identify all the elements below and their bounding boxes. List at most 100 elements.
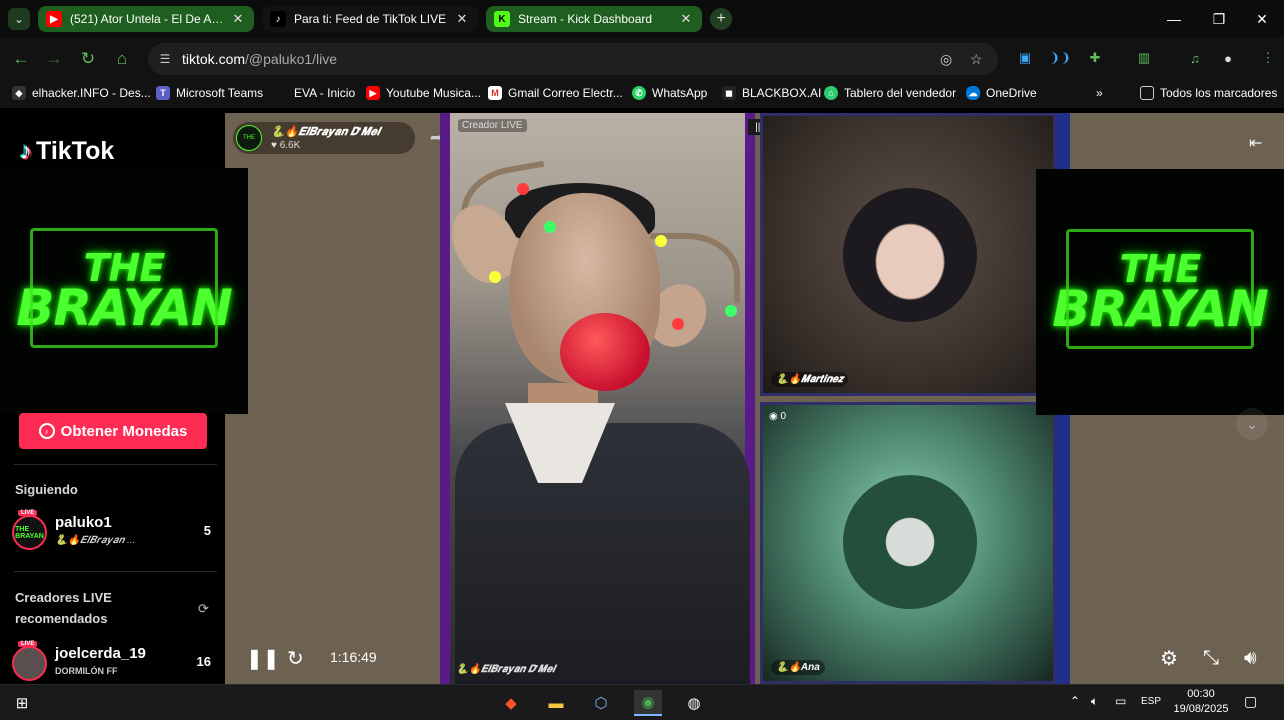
minimize-button[interactable]: — (1152, 6, 1196, 32)
collapse-panel-icon[interactable]: ⇤ (1249, 133, 1262, 153)
guest-panel-2[interactable]: ◉ 0 🐍🔥Ana (760, 402, 1056, 684)
minimize-icon: — (1167, 11, 1181, 27)
tiktok-logo[interactable]: ♪ TikTok (20, 137, 114, 166)
tab-search-button[interactable]: ⌄ (8, 8, 30, 30)
tab-youtube[interactable]: ▶ (521) Ator Untela - El De Antes ✕ (38, 6, 254, 32)
close-tab-icon[interactable]: ✕ (230, 11, 246, 27)
reading-mode-icon[interactable]: ▥ (1134, 48, 1154, 68)
get-coins-button[interactable]: ♪ Obtener Monedas (19, 413, 207, 449)
bookmark-label: OneDrive (986, 86, 1037, 100)
extension-icon[interactable]: ▣ (1015, 48, 1035, 68)
bookmark-eva[interactable]: EVA - Inicio (294, 86, 355, 100)
bookmark-seller[interactable]: ⌂ Tablero del vendedor (824, 86, 956, 100)
bookmark-blackbox[interactable]: ◼ BLACKBOX.AI (722, 86, 821, 100)
plus-icon: + (716, 10, 726, 27)
kick-icon: K (494, 11, 510, 27)
divider (14, 571, 217, 572)
seller-icon: ⌂ (824, 86, 838, 100)
refresh-icon[interactable]: ⟳ (198, 601, 209, 617)
chevron-up-icon[interactable]: ⌃ (1070, 694, 1080, 708)
back-button[interactable]: ← (10, 48, 32, 70)
cast-icon[interactable]: ❩❩ (1049, 48, 1071, 68)
banner-frame (1066, 229, 1254, 349)
video-subject-jacket (455, 423, 750, 684)
bookmark-label: BLACKBOX.AI (742, 86, 822, 100)
guest-panel-1[interactable]: 🐍🔥𝑴𝒂𝒓𝒕𝒊𝒏𝒆𝒛 (760, 113, 1056, 396)
main-video-label: 🐍🔥𝑬𝒍𝑩𝒓𝒂𝒚𝒂𝒏 𝑫'𝑴𝒆𝒍 (456, 664, 555, 675)
cube-icon[interactable]: ⬡ (587, 690, 615, 716)
chevron-down-icon: ⌄ (1246, 415, 1258, 432)
following-title: Siguiendo (15, 482, 78, 497)
obs-icon[interactable]: ◍ (680, 690, 708, 716)
following-account[interactable]: THE BRAYAN LIVE paluko1 🐍🔥𝑬𝒍𝑩𝒓𝒂𝒚𝒂𝒏 ... 5 (12, 510, 217, 553)
bookmarks-overflow-button[interactable]: » (1096, 86, 1103, 100)
star-icon[interactable]: ☆ (970, 51, 983, 68)
menu-icon[interactable]: ⋮ (1258, 48, 1278, 68)
close-window-button[interactable]: ✕ (1240, 6, 1284, 32)
youtube-icon: ▶ (46, 11, 62, 27)
restore-button[interactable]: ❐ (1197, 6, 1241, 32)
bookmark-icon: ◆ (12, 86, 26, 100)
recommended-title: Creadores LIVE recomendados (15, 587, 112, 629)
close-tab-icon[interactable]: ✕ (454, 11, 470, 27)
reload-icon: ↻ (287, 647, 304, 670)
brave-icon[interactable]: ◆ (497, 690, 525, 716)
address-bar[interactable]: ☰ tiktok.com/@paluko1/live ◎ ☆ (148, 43, 998, 75)
new-tab-button[interactable]: + (710, 8, 732, 30)
puzzle-icon[interactable]: ✚ (1085, 48, 1105, 68)
profile-avatar[interactable]: ● (1218, 48, 1238, 68)
bookmark-elhacker[interactable]: ◆ elhacker.INFO - Des... (12, 86, 151, 100)
battery-icon[interactable]: ▭ (1115, 694, 1126, 708)
home-icon: ⌂ (116, 49, 128, 68)
close-tab-icon[interactable]: ✕ (678, 11, 694, 27)
recommended-title-line2: recomendados (15, 611, 108, 626)
folder-icon[interactable]: ▬ (542, 690, 570, 716)
url-host: tiktok.com (182, 51, 246, 67)
chrome-icon[interactable]: ◉ (634, 690, 662, 716)
tracking-protection-icon[interactable]: ◎ (940, 51, 952, 68)
bookmark-label: Microsoft Teams (176, 86, 264, 100)
tab-tiktok[interactable]: ♪ Para ti: Feed de TikTok LIVE ✕ (262, 6, 478, 32)
reload-button[interactable]: ↻ (77, 48, 99, 70)
bookmark-teams[interactable]: T Microsoft Teams (156, 86, 263, 100)
light-bulb (544, 221, 556, 233)
bookmark-onedrive[interactable]: ☁ OneDrive (966, 86, 1037, 100)
pause-button[interactable]: ❚❚ (246, 646, 280, 670)
reload-stream-button[interactable]: ↻ (287, 646, 304, 670)
bookmark-label: Todos los marcadores (1160, 86, 1278, 100)
live-badge: LIVE (18, 641, 38, 647)
viewer-count: 5 (203, 523, 211, 538)
bookmark-gmail[interactable]: M Gmail Correo Electr... (488, 86, 623, 100)
recommended-title-line1: Creadores LIVE (15, 590, 112, 605)
bookmark-whatsapp[interactable]: ✆ WhatsApp (632, 86, 707, 100)
tab-title: Stream - Kick Dashboard (518, 12, 653, 26)
restore-icon: ❐ (1212, 10, 1226, 27)
media-icon[interactable]: ♫ (1185, 48, 1205, 68)
gear-icon: ⚙ (1160, 647, 1178, 670)
clock[interactable]: 00:30 19/08/2025 (1166, 687, 1236, 717)
all-bookmarks-button[interactable]: Todos los marcadores (1140, 86, 1277, 100)
site-info-icon[interactable]: ☰ (152, 46, 178, 72)
bookmark-label: Youtube Musica... (386, 86, 481, 100)
bookmark-label: Gmail Correo Electr... (508, 86, 623, 100)
teams-icon: T (156, 86, 170, 100)
scroll-down-button[interactable]: ⌄ (1236, 408, 1268, 440)
bookmark-youtube-music[interactable]: ▶ Youtube Musica... (366, 86, 481, 100)
host-info[interactable]: THE 🐍🔥𝑬𝒍𝑩𝒓𝒂𝒚𝒂𝒏 𝑫'𝑴𝒆𝒍 ♥ 6.6K (233, 122, 415, 154)
volume-button[interactable]: 🔊︎ (1244, 646, 1257, 670)
account-name: paluko1 (55, 514, 112, 531)
windows-start-icon[interactable]: ⊞ (8, 690, 36, 716)
arrow-left-icon: ← (12, 49, 30, 68)
notification-icon[interactable]: ▢ (1244, 693, 1257, 710)
bookmark-label: elhacker.INFO - Des... (32, 86, 151, 100)
language-indicator[interactable]: ESP (1141, 696, 1161, 707)
exit-fullscreen-button[interactable]: ⤡ (1203, 646, 1219, 670)
speaker-icon[interactable]: 🔈︎ (1091, 694, 1098, 709)
guest-count-value: 0 (780, 411, 787, 422)
settings-button[interactable]: ⚙ (1160, 646, 1178, 670)
home-button[interactable]: ⌂ (111, 48, 133, 70)
forward-button[interactable]: → (43, 48, 65, 70)
tab-kick[interactable]: K Stream - Kick Dashboard ✕ (486, 6, 702, 32)
recommended-account[interactable]: LIVE joelcerda_19 DORMILÓN FF 16 (12, 641, 217, 684)
folder-icon (1140, 86, 1154, 100)
